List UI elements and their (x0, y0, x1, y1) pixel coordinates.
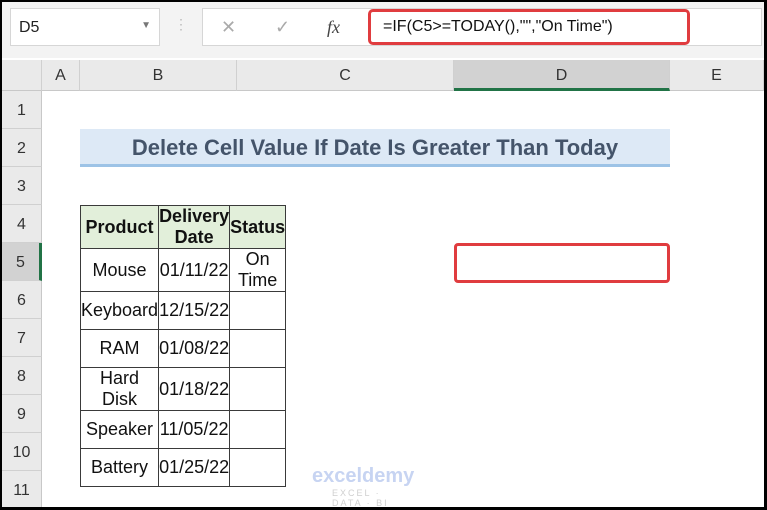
cancel-icon[interactable]: ✕ (221, 17, 236, 38)
header-delivery-date[interactable]: Delivery Date (158, 205, 231, 249)
product-cell[interactable]: Mouse (79, 248, 160, 292)
formula-bar: D5 ▼ ⋮ ✕ ✓ fx =IF(C5>=TODAY(),"","On Time… (2, 2, 764, 58)
formula-text[interactable]: =IF(C5>=TODAY(),"","On Time") (368, 9, 690, 45)
status-cell[interactable]: On Time (229, 248, 287, 292)
fx-icon[interactable]: fx (327, 17, 340, 38)
drag-handle-icon[interactable]: ⋮ (174, 16, 188, 33)
status-cell[interactable] (229, 448, 287, 487)
column-header-c[interactable]: C (237, 60, 454, 91)
row-header-5[interactable]: 5 (2, 243, 42, 281)
header-status[interactable]: Status (229, 205, 287, 249)
column-header-b[interactable]: B (80, 60, 237, 91)
watermark-brand: exceldemy (312, 465, 415, 487)
table-row: Keyboard 12/15/22 (79, 291, 287, 330)
select-all-button[interactable] (2, 60, 42, 91)
selected-cell-highlight (454, 243, 670, 283)
product-cell[interactable]: Battery (79, 448, 160, 487)
column-header-a[interactable]: A (42, 60, 80, 91)
row-header-7[interactable]: 7 (2, 319, 42, 357)
enter-icon[interactable]: ✓ (275, 17, 290, 38)
status-cell[interactable] (229, 291, 287, 330)
row-header-6[interactable]: 6 (2, 281, 42, 319)
column-header-e[interactable]: E (670, 60, 764, 91)
row-header-8[interactable]: 8 (2, 357, 42, 395)
name-box-value: D5 (19, 19, 40, 36)
header-product[interactable]: Product (79, 205, 160, 249)
row-header-2[interactable]: 2 (2, 129, 42, 167)
date-cell[interactable]: 01/08/22 (158, 329, 231, 368)
product-cell[interactable]: RAM (79, 329, 160, 368)
exceldemy-watermark: exceldemy EXCEL · DATA · BI (312, 465, 414, 507)
table-row: Battery 01/25/22 (79, 448, 287, 487)
status-cell[interactable] (229, 367, 287, 411)
name-box[interactable]: D5 ▼ (10, 8, 160, 46)
date-cell[interactable]: 11/05/22 (158, 410, 231, 449)
product-table: Product Delivery Date Status Mouse 01/11/… (79, 205, 287, 487)
table-row: Speaker 11/05/22 (79, 410, 287, 449)
row-header-3[interactable]: 3 (2, 167, 42, 205)
product-cell[interactable]: Speaker (79, 410, 160, 449)
date-cell[interactable]: 01/11/22 (158, 248, 231, 292)
row-header-9[interactable]: 9 (2, 395, 42, 433)
status-cell[interactable] (229, 410, 287, 449)
date-cell[interactable]: 01/25/22 (158, 448, 231, 487)
date-cell[interactable]: 01/18/22 (158, 367, 231, 411)
table-header-row: Product Delivery Date Status (79, 205, 287, 249)
table-row: Mouse 01/11/22 On Time (79, 248, 287, 292)
watermark-tagline: EXCEL · DATA · BI (332, 488, 389, 507)
column-header-d[interactable]: D (454, 60, 670, 91)
chevron-down-icon[interactable]: ▼ (141, 20, 151, 31)
row-header-1[interactable]: 1 (2, 91, 42, 129)
table-row: Hard Disk 01/18/22 (79, 367, 287, 411)
row-header-4[interactable]: 4 (2, 205, 42, 243)
date-cell[interactable]: 12/15/22 (158, 291, 231, 330)
status-cell[interactable] (229, 329, 287, 368)
sheet-title[interactable]: Delete Cell Value If Date Is Greater Tha… (80, 129, 670, 167)
excel-window: D5 ▼ ⋮ ✕ ✓ fx =IF(C5>=TODAY(),"","On Time… (2, 2, 764, 507)
table-row: RAM 01/08/22 (79, 329, 287, 368)
product-cell[interactable]: Keyboard (79, 291, 160, 330)
product-cell[interactable]: Hard Disk (79, 367, 160, 411)
row-header-10[interactable]: 10 (2, 433, 42, 471)
row-header-11[interactable]: 11 (2, 471, 42, 507)
